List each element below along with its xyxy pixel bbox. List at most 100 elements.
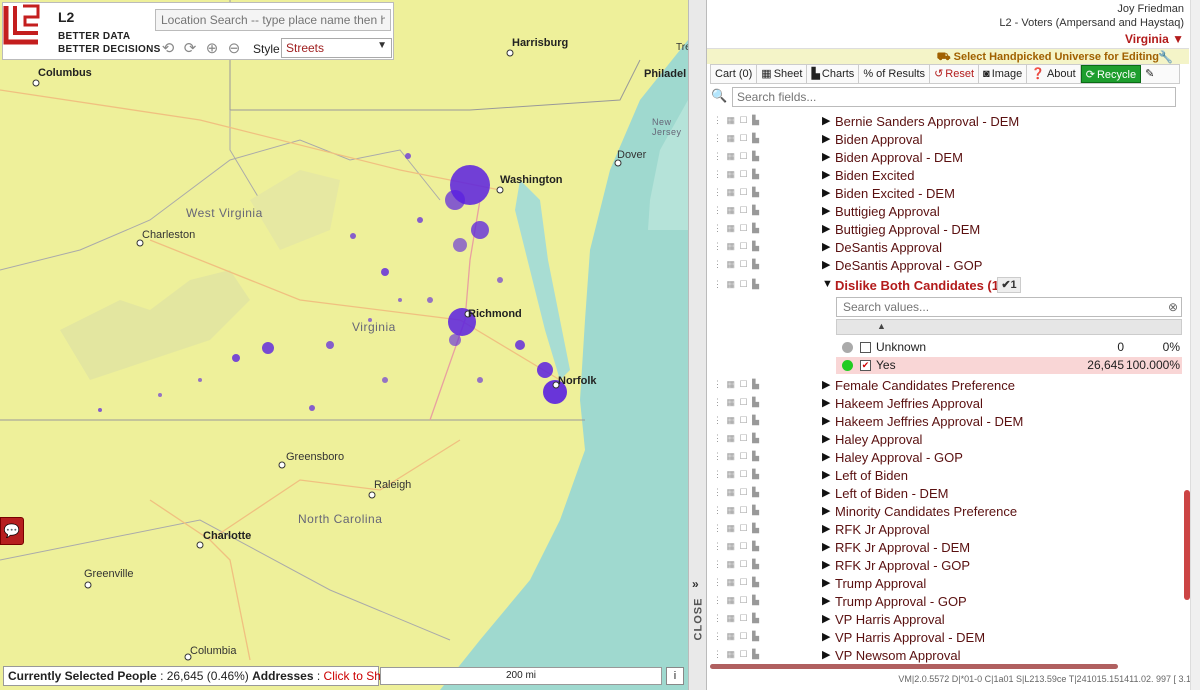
- field-label[interactable]: Haley Approval - GOP: [835, 450, 963, 465]
- field-row[interactable]: ⋮ ▦ ☐ ▙ ▶ Biden Excited - DEM: [707, 185, 1183, 203]
- expand-arrow-icon[interactable]: ▶: [822, 522, 830, 535]
- field-label[interactable]: Buttigieg Approval - DEM: [835, 222, 980, 237]
- field-label[interactable]: VP Harris Approval - DEM: [835, 630, 985, 645]
- field-tools-icon[interactable]: ⋮ ▦ ☐ ▙: [713, 415, 760, 426]
- map-info-button[interactable]: i: [666, 667, 684, 685]
- panel-divider[interactable]: » CLOSE: [688, 0, 707, 690]
- field-label[interactable]: Biden Excited - DEM: [835, 186, 955, 201]
- expand-arrow-icon[interactable]: ▶: [822, 450, 830, 463]
- collapse-arrow-icon[interactable]: ▼: [822, 278, 833, 290]
- field-tools-icon[interactable]: ⋮ ▦ ☐ ▙: [713, 559, 760, 570]
- field-tools-icon[interactable]: ⋮ ▦ ☐ ▙: [713, 649, 760, 660]
- expand-arrow-icon[interactable]: ▶: [822, 396, 830, 409]
- field-row[interactable]: ⋮ ▦ ☐ ▙ ▶ DeSantis Approval - GOP: [707, 257, 1183, 275]
- rotate-right-icon[interactable]: ⟳: [181, 40, 199, 58]
- expand-arrow-icon[interactable]: ▶: [822, 378, 830, 391]
- zoom-out-icon[interactable]: ⊖: [225, 40, 243, 58]
- expand-arrow-icon[interactable]: ▶: [822, 132, 830, 145]
- field-label[interactable]: Biden Approval: [835, 132, 922, 147]
- field-list[interactable]: ⋮ ▦ ☐ ▙ ▶ Bernie Sanders Approval - DEM ⋮ …: [707, 111, 1183, 671]
- expand-arrow-icon[interactable]: ▶: [822, 540, 830, 553]
- field-label[interactable]: Minority Candidates Preference: [835, 504, 1017, 519]
- field-tools-icon[interactable]: ⋮ ▦ ☐ ▙: [713, 115, 760, 126]
- zoom-in-icon[interactable]: ⊕: [203, 40, 221, 58]
- field-tools-icon[interactable]: ⋮ ▦ ☐ ▙: [713, 451, 760, 462]
- field-row[interactable]: ⋮ ▦ ☐ ▙ ▶ Trump Approval: [707, 575, 1183, 593]
- field-label[interactable]: Trump Approval: [835, 576, 926, 591]
- field-row[interactable]: ⋮ ▦ ☐ ▙ ▶ Haley Approval - GOP: [707, 449, 1183, 467]
- location-search-input[interactable]: [155, 9, 391, 31]
- field-label[interactable]: Biden Approval - DEM: [835, 150, 963, 165]
- feedback-button[interactable]: 💬: [0, 517, 24, 545]
- field-tools-icon[interactable]: ⋮ ▦ ☐ ▙: [713, 379, 760, 390]
- expand-arrow-icon[interactable]: ▶: [822, 240, 830, 253]
- field-row[interactable]: ⋮ ▦ ☐ ▙ ▶ Biden Approval - DEM: [707, 149, 1183, 167]
- field-tools-icon[interactable]: ⋮ ▦ ☐ ▙: [713, 487, 760, 498]
- field-label[interactable]: Hakeem Jeffries Approval - DEM: [835, 414, 1023, 429]
- expand-arrow-icon[interactable]: ▶: [822, 558, 830, 571]
- field-label[interactable]: Hakeem Jeffries Approval: [835, 396, 983, 411]
- expand-arrow-icon[interactable]: ▶: [822, 486, 830, 499]
- expand-arrow-icon[interactable]: ▶: [822, 648, 830, 661]
- field-row[interactable]: ⋮ ▦ ☐ ▙ ▶ Female Candidates Preference: [707, 377, 1183, 395]
- universe-select-link[interactable]: ⛟ Select Handpicked Universe for Editing: [937, 51, 1159, 65]
- percent-results-button[interactable]: % of Results: [859, 65, 931, 83]
- value-checkbox[interactable]: ✔: [860, 360, 871, 371]
- field-row[interactable]: ⋮ ▦ ☐ ▙ ▶ VP Harris Approval: [707, 611, 1183, 629]
- expand-arrow-icon[interactable]: ▶: [822, 432, 830, 445]
- expand-arrow-icon[interactable]: ▶: [822, 504, 830, 517]
- field-row[interactable]: ⋮ ▦ ☐ ▙ ▶ RFK Jr Approval - GOP: [707, 557, 1183, 575]
- field-tools-icon[interactable]: ⋮ ▦ ☐ ▙: [713, 223, 760, 234]
- sheet-button[interactable]: ▦ Sheet: [757, 65, 808, 83]
- clear-search-icon[interactable]: ⊗: [1168, 300, 1178, 314]
- field-tools-icon[interactable]: ⋮ ▦ ☐ ▙: [713, 133, 760, 144]
- field-label[interactable]: DeSantis Approval - GOP: [835, 258, 982, 273]
- field-row[interactable]: ⋮ ▦ ☐ ▙ ▶ Hakeem Jeffries Approval - DEM: [707, 413, 1183, 431]
- field-tools-icon[interactable]: ⋮ ▦ ☐ ▙: [713, 433, 760, 444]
- field-label[interactable]: DeSantis Approval: [835, 240, 942, 255]
- field-tools-icon[interactable]: ⋮ ▦ ☐ ▙: [713, 631, 760, 642]
- field-row[interactable]: ⋮ ▦ ☐ ▙ ▶ Buttigieg Approval - DEM: [707, 221, 1183, 239]
- charts-button[interactable]: ▙ Charts: [807, 65, 860, 83]
- field-tools-icon[interactable]: ⋮ ▦ ☐ ▙: [713, 505, 760, 516]
- map-canvas[interactable]: Columbus Harrisburg Philadel Washington …: [0, 0, 688, 690]
- field-row[interactable]: ⋮ ▦ ☐ ▙ ▶ Bernie Sanders Approval - DEM: [707, 113, 1183, 131]
- field-label[interactable]: Female Candidates Preference: [835, 378, 1015, 393]
- field-row[interactable]: ⋮ ▦ ☐ ▙ ▶ Trump Approval - GOP: [707, 593, 1183, 611]
- field-label[interactable]: VP Harris Approval: [835, 612, 945, 627]
- field-tools-icon[interactable]: ⋮ ▦ ☐ ▙: [713, 279, 760, 290]
- field-tools-icon[interactable]: ⋮ ▦ ☐ ▙: [713, 469, 760, 480]
- field-row[interactable]: ⋮ ▦ ☐ ▙ ▶ Biden Approval: [707, 131, 1183, 149]
- expand-arrow-icon[interactable]: ▶: [822, 468, 830, 481]
- field-tools-icon[interactable]: ⋮ ▦ ☐ ▙: [713, 259, 760, 270]
- expand-arrow-icon[interactable]: ▶: [822, 258, 830, 271]
- close-panel-button[interactable]: » CLOSE: [689, 575, 706, 645]
- wrench-icon[interactable]: 🔧: [1158, 50, 1173, 64]
- expand-arrow-icon[interactable]: ▶: [822, 204, 830, 217]
- field-label[interactable]: Left of Biden - DEM: [835, 486, 948, 501]
- values-header[interactable]: ▲: [836, 319, 1182, 335]
- field-row[interactable]: ⋮ ▦ ☐ ▙ ▶ Left of Biden - DEM: [707, 485, 1183, 503]
- field-row[interactable]: ⋮ ▦ ☐ ▙ ▶ VP Harris Approval - DEM: [707, 629, 1183, 647]
- field-tools-icon[interactable]: ⋮ ▦ ☐ ▙: [713, 595, 760, 606]
- field-row-open[interactable]: ⋮ ▦ ☐ ▙ ▼ Dislike Both Candidates (1) ✔1: [707, 277, 1183, 295]
- expand-arrow-icon[interactable]: ▶: [822, 630, 830, 643]
- field-row[interactable]: ⋮ ▦ ☐ ▙ ▶ DeSantis Approval: [707, 239, 1183, 257]
- value-row[interactable]: Unknown 0 0%: [836, 339, 1182, 356]
- field-row[interactable]: ⋮ ▦ ☐ ▙ ▶ RFK Jr Approval: [707, 521, 1183, 539]
- field-label[interactable]: RFK Jr Approval - DEM: [835, 540, 970, 555]
- field-row[interactable]: ⋮ ▦ ☐ ▙ ▶ Buttigieg Approval: [707, 203, 1183, 221]
- field-tools-icon[interactable]: ⋮ ▦ ☐ ▙: [713, 577, 760, 588]
- field-label[interactable]: Dislike Both Candidates (1): [835, 278, 1003, 293]
- expand-arrow-icon[interactable]: ▶: [822, 414, 830, 427]
- field-label[interactable]: Buttigieg Approval: [835, 204, 940, 219]
- about-button[interactable]: ❓ About: [1027, 65, 1081, 83]
- field-label[interactable]: RFK Jr Approval: [835, 522, 930, 537]
- field-label[interactable]: Biden Excited: [835, 168, 915, 183]
- magic-wand-icon[interactable]: ✎: [1141, 65, 1158, 83]
- cart-button[interactable]: Cart (0): [711, 65, 758, 83]
- universe-bar[interactable]: ⛟ Select Handpicked Universe for Editing…: [707, 48, 1189, 64]
- value-checkbox[interactable]: [860, 342, 871, 353]
- field-tools-icon[interactable]: ⋮ ▦ ☐ ▙: [713, 205, 760, 216]
- field-tools-icon[interactable]: ⋮ ▦ ☐ ▙: [713, 397, 760, 408]
